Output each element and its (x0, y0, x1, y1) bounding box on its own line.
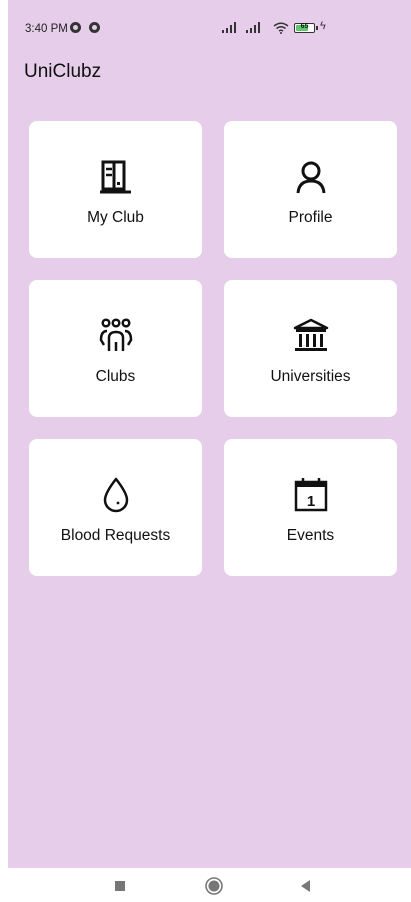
home-button[interactable] (204, 876, 224, 896)
blood-requests-label: Blood Requests (60, 527, 171, 544)
my-club-label: My Club (87, 209, 144, 226)
status-bar: 3:40 PM 65 ϟ (8, 0, 411, 35)
book-icon (99, 160, 131, 194)
app-screen: 3:40 PM 65 ϟ UniClubz My Club Profile Cl… (8, 0, 411, 868)
wifi-icon (273, 22, 289, 34)
system-nav-bar (0, 868, 411, 902)
signal-icon (246, 22, 264, 33)
my-club-card[interactable]: My Club (29, 121, 202, 258)
profile-card[interactable]: Profile (224, 121, 397, 258)
clubs-card[interactable]: Clubs (29, 280, 202, 417)
person-icon (296, 161, 325, 194)
events-card[interactable]: 1 Events (224, 439, 397, 576)
events-label: Events (286, 527, 335, 544)
back-button[interactable] (298, 878, 314, 894)
notification-icon (89, 22, 100, 33)
calendar-day: 1 (306, 493, 314, 510)
droplet-icon (103, 477, 128, 513)
notification-icon (70, 22, 81, 33)
calendar-icon: 1 (294, 478, 327, 512)
profile-label: Profile (288, 209, 333, 226)
app-title: UniClubz (24, 61, 102, 82)
recent-apps-button[interactable] (112, 878, 128, 894)
battery-icon: 65 (294, 23, 315, 33)
blood-requests-card[interactable]: Blood Requests (29, 439, 202, 576)
group-icon (99, 318, 132, 351)
signal-icon (222, 22, 240, 33)
institution-icon (293, 318, 328, 351)
clubs-label: Clubs (95, 368, 136, 385)
universities-label: Universities (270, 368, 351, 385)
charging-icon: ϟ (320, 20, 326, 32)
status-time: 3:40 PM (25, 23, 68, 35)
battery-percent: 65 (300, 23, 309, 30)
universities-card[interactable]: Universities (224, 280, 397, 417)
battery-tip (316, 26, 318, 30)
